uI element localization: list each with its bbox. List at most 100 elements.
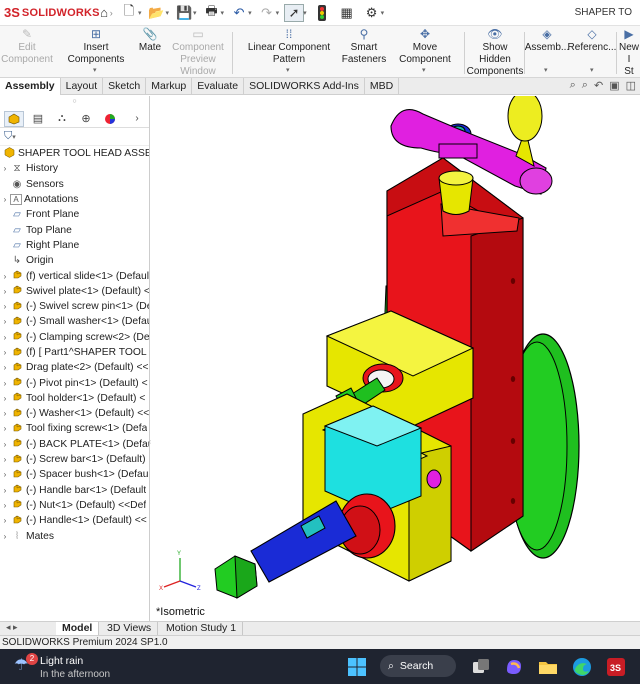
tree-item-origin[interactable]: ↳ Origin	[0, 253, 149, 268]
tree-item-component[interactable]: › (-) Nut<1> (Default) <<Def	[0, 498, 149, 513]
mate-button[interactable]: 📎 Mate	[137, 28, 163, 54]
undo-dropdown[interactable]: ▾	[248, 9, 252, 17]
select-pointer-icon[interactable]: ➚	[284, 3, 305, 22]
undo-icon[interactable]: ↶	[229, 4, 249, 22]
tree-item-component[interactable]: › (f) [ Part1^SHAPER TOOL H	[0, 345, 149, 360]
tree-root-assembly[interactable]: SHAPER TOOL HEAD ASSEMBL	[0, 146, 149, 161]
tree-item-component[interactable]: › (-) Pivot pin<1> (Default) <	[0, 375, 149, 390]
expand-arrow-icon[interactable]: ›	[0, 363, 10, 372]
expand-arrow-icon[interactable]: ›	[0, 440, 10, 449]
display-manager-tab-icon[interactable]	[100, 111, 120, 127]
tree-item-component[interactable]: › (-) Handle<1> (Default) <<	[0, 513, 149, 528]
tree-item-component[interactable]: › (-) Small washer<1> (Defau	[0, 314, 149, 329]
tab-evaluate[interactable]: Evaluate	[192, 78, 245, 95]
linear-component-pattern-button[interactable]: ⁞⁞ Linear Component Pattern	[234, 28, 344, 66]
tab-motion-study-1[interactable]: Motion Study 1	[160, 622, 244, 635]
configuration-manager-tab-icon[interactable]: ⛬	[52, 111, 72, 127]
tree-item-component[interactable]: › Swivel plate<1> (Default) <	[0, 284, 149, 299]
graphics-area[interactable]: Y X Z *Isometric	[151, 90, 640, 621]
assembly-features-button[interactable]: ◈ Assemb...	[525, 28, 569, 54]
dimxpert-manager-tab-icon[interactable]: ⊕	[76, 111, 96, 127]
print-icon[interactable]: 🖶	[202, 3, 222, 22]
zoom-to-area-icon[interactable]: ⌕	[582, 79, 588, 92]
tree-item-component[interactable]: › Tool holder<1> (Default) <	[0, 391, 149, 406]
tree-item-component[interactable]: › Drag plate<2> (Default) <<	[0, 360, 149, 375]
expand-arrow-icon[interactable]: ›	[0, 501, 10, 510]
view-orientation-icon[interactable]: ◫	[626, 79, 636, 92]
save-dropdown[interactable]: ▾	[193, 9, 197, 17]
assembly-3d-model[interactable]: Y X Z	[151, 90, 640, 621]
tab-scroll-arrows[interactable]: ◂ ▸	[6, 622, 18, 633]
new-document-icon[interactable]: 🗋	[119, 3, 139, 22]
edge-browser-icon[interactable]	[571, 656, 593, 678]
open-dropdown[interactable]: ▾	[166, 9, 170, 17]
expand-arrow-icon[interactable]: ›	[0, 470, 10, 479]
windows-start-icon[interactable]	[346, 656, 368, 678]
expand-arrow-icon[interactable]: ›	[0, 333, 10, 342]
expand-arrow-icon[interactable]: ›	[0, 424, 10, 433]
tab-model[interactable]: Model	[56, 622, 100, 635]
tree-item-component[interactable]: › (-) Swivel screw pin<1> (De	[0, 299, 149, 314]
tree-item-component[interactable]: › (-) BACK PLATE<1> (Defaul	[0, 437, 149, 452]
expand-arrow-icon[interactable]: ›	[0, 195, 10, 204]
save-icon[interactable]: 💾	[174, 4, 194, 22]
traffic-light-icon[interactable]	[312, 4, 332, 22]
tab-layout[interactable]: Layout	[61, 78, 104, 95]
edit-component-button[interactable]: ✎ Edit Component	[1, 28, 53, 66]
tree-item-front-plane[interactable]: ▱ Front Plane	[0, 207, 149, 222]
select-dropdown[interactable]: ▾	[303, 9, 307, 17]
expand-arrow-icon[interactable]: ›	[0, 486, 10, 495]
file-properties-icon[interactable]: ▦	[337, 4, 357, 22]
tab-sketch[interactable]: Sketch	[103, 78, 147, 95]
smart-fasteners-button[interactable]: ⚲ Smart Fasteners	[342, 28, 386, 66]
expand-arrow-icon[interactable]: ›	[0, 379, 10, 388]
insert-components-button[interactable]: ⊞ Insert Components	[56, 28, 136, 66]
redo-dropdown[interactable]: ▾	[276, 9, 280, 17]
tree-item-component[interactable]: › (-) Washer<1> (Default) <<	[0, 406, 149, 421]
previous-view-icon[interactable]: ↶	[594, 79, 603, 92]
tree-item-component[interactable]: › (-) Spacer bush<1> (Defaul	[0, 467, 149, 482]
expand-arrow-icon[interactable]: ›	[0, 348, 10, 357]
copilot-icon[interactable]	[503, 656, 525, 678]
open-icon[interactable]: 📂	[147, 4, 167, 22]
print-dropdown[interactable]: ▾	[221, 9, 225, 17]
tree-item-right-plane[interactable]: ▱ Right Plane	[0, 238, 149, 253]
zoom-to-fit-icon[interactable]: ⌕	[570, 79, 576, 92]
reference-geometry-dropdown[interactable]: ▾	[590, 66, 594, 74]
home-icon[interactable]: ⌂	[94, 4, 114, 22]
solidworks-logo[interactable]: 3S SOLIDWORKS ›	[0, 5, 113, 20]
show-hidden-components-button[interactable]: 👁 Show Hidden Components	[466, 28, 524, 78]
tab-mbd[interactable]: MBD	[365, 78, 400, 95]
task-view-icon[interactable]	[470, 656, 492, 678]
tree-item-component[interactable]: › (-) Handle bar<1> (Default	[0, 483, 149, 498]
tree-item-mates[interactable]: › ⦚ Mates	[0, 528, 149, 543]
expand-arrow-icon[interactable]: ›	[0, 532, 10, 541]
linear-pattern-dropdown[interactable]: ▾	[286, 66, 290, 74]
tree-item-history[interactable]: › ⧖ History	[0, 161, 149, 176]
chevron-right-icon[interactable]: ›	[127, 111, 147, 127]
new-motion-study-button[interactable]: ▶ New I St	[618, 28, 640, 78]
tab-assembly[interactable]: Assembly	[0, 78, 61, 95]
expand-arrow-icon[interactable]: ›	[0, 317, 10, 326]
tab-markup[interactable]: Markup	[146, 78, 193, 95]
redo-icon[interactable]: ↷	[257, 4, 277, 22]
insert-components-dropdown[interactable]: ▾	[93, 66, 97, 74]
component-preview-button[interactable]: ▭ Component Preview Window	[164, 28, 232, 78]
expand-arrow-icon[interactable]: ›	[0, 409, 10, 418]
expand-arrow-icon[interactable]: ›	[0, 164, 10, 173]
taskbar-search[interactable]: ⌕ Search	[380, 655, 456, 677]
panel-collapse-handle[interactable]: ○	[0, 96, 149, 110]
expand-arrow-icon[interactable]: ›	[0, 394, 10, 403]
assembly-features-dropdown[interactable]: ▾	[544, 66, 548, 74]
solidworks-taskbar-icon[interactable]: 3S	[605, 656, 627, 678]
expand-arrow-icon[interactable]: ›	[0, 287, 10, 296]
section-view-icon[interactable]: ▣	[609, 79, 619, 92]
tree-item-annotations[interactable]: › A Annotations	[0, 192, 149, 207]
move-component-button[interactable]: ✥ Move Component	[388, 28, 462, 66]
tree-item-component[interactable]: › (-) Clamping screw<2> (Def	[0, 330, 149, 345]
options-gear-icon[interactable]: ⚙	[362, 4, 382, 22]
tree-item-component[interactable]: › Tool fixing screw<1> (Defa	[0, 421, 149, 436]
feature-manager-tab-icon[interactable]	[4, 110, 24, 127]
tree-item-component[interactable]: › (f) vertical slide<1> (Default	[0, 268, 149, 283]
tree-item-sensors[interactable]: ◉ Sensors	[0, 177, 149, 192]
